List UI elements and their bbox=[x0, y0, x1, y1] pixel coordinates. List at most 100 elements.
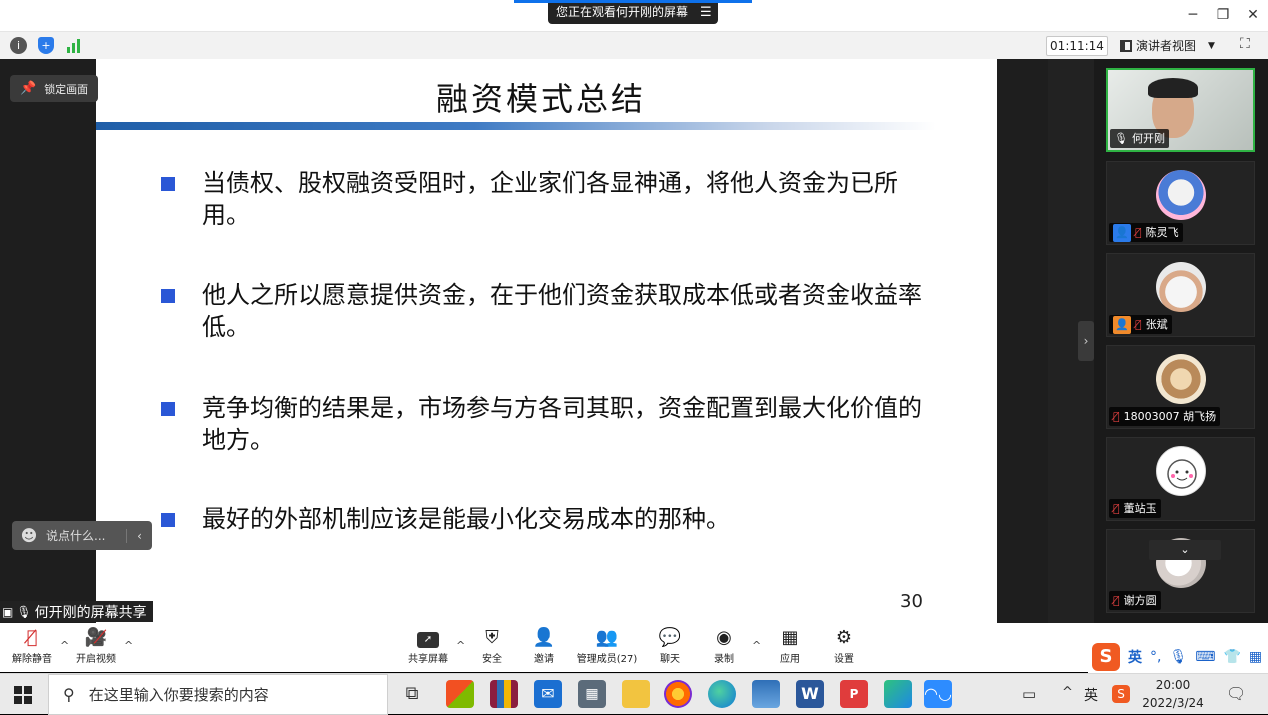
meeting-controls-bar: 🎙̸ 解除静音 ^ 🎥̸ 开启视频 ^ ➚ 共享屏幕 ^ ⛨ 安全 👤 邀请 👥… bbox=[0, 623, 1268, 672]
apps-button[interactable]: ▦ 应用 bbox=[768, 623, 812, 672]
view-mode-label: 演讲者视图 bbox=[1136, 39, 1197, 53]
taskbar-search-box[interactable]: ⚲ 在这里输入你要搜索的内容 bbox=[48, 674, 388, 715]
apps-grid-icon: ▦ bbox=[781, 627, 799, 648]
record-button[interactable]: ◉ 录制 bbox=[702, 623, 746, 672]
settings-button[interactable]: ⚙ 设置 bbox=[822, 623, 866, 672]
participant-tile[interactable]: 👤 🎙̸ 张斌 bbox=[1106, 253, 1255, 337]
participant-name-tag: 🎙 何开刚 bbox=[1110, 129, 1169, 148]
chat-button[interactable]: 💬 聊天 bbox=[648, 623, 692, 672]
task-view-icon[interactable]: ⧉ bbox=[398, 680, 426, 708]
participant-tile-active-speaker[interactable]: 🎙 何开刚 bbox=[1106, 68, 1255, 152]
close-icon[interactable]: ✕ bbox=[1243, 5, 1263, 25]
avatar bbox=[1156, 354, 1206, 404]
video-options-caret[interactable]: ^ bbox=[124, 639, 133, 652]
participant-name: 张斌 bbox=[1145, 318, 1168, 331]
fullscreen-icon[interactable]: ⛶ bbox=[1240, 36, 1258, 54]
microsoft-store-icon[interactable] bbox=[446, 680, 474, 708]
file-explorer-icon[interactable] bbox=[622, 680, 650, 708]
chevron-down-icon[interactable]: ⌄ bbox=[1149, 540, 1221, 560]
encryption-shield-icon[interactable]: + bbox=[38, 37, 54, 54]
info-icon[interactable]: i bbox=[10, 37, 27, 54]
lock-screen-label: 锁定画面 bbox=[44, 82, 89, 96]
collapse-panel-button[interactable]: › bbox=[1078, 321, 1094, 361]
lock-screen-button[interactable]: 📌 锁定画面 bbox=[10, 75, 99, 102]
restore-icon[interactable]: ❐ bbox=[1213, 5, 1233, 25]
collapse-chat-icon[interactable]: ‹ bbox=[126, 528, 152, 543]
mic-icon: 🎙 bbox=[16, 604, 32, 619]
emoji-icon[interactable]: ☻ bbox=[12, 526, 46, 545]
firefox-icon[interactable] bbox=[664, 680, 692, 708]
share-options-caret[interactable]: ^ bbox=[456, 639, 465, 652]
invite-button[interactable]: 👤 邀请 bbox=[522, 623, 566, 672]
tencent-meeting-icon[interactable]: ◠◡ bbox=[924, 680, 952, 708]
toolbox-icon[interactable]: ▦ bbox=[1249, 649, 1262, 665]
window-title-bar: 您正在观看何开刚的屏幕 ☰ ─ ❐ ✕ bbox=[0, 0, 1268, 31]
user-icon: 👤 bbox=[1113, 223, 1131, 242]
menu-icon[interactable]: ☰ bbox=[700, 1, 712, 24]
participant-tile[interactable]: 👤 🎙̸ 陈灵飞 bbox=[1106, 161, 1255, 245]
sogou-tray-icon[interactable]: S bbox=[1112, 685, 1130, 703]
taskbar-clock[interactable]: 20:00 2022/3/24 bbox=[1138, 676, 1208, 712]
word-icon[interactable]: W bbox=[796, 680, 824, 708]
view-mode-dropdown[interactable]: 演讲者视图 ▼ bbox=[1120, 36, 1215, 56]
sogou-logo-icon[interactable]: S bbox=[1092, 643, 1120, 671]
bullet-square-icon bbox=[161, 513, 175, 527]
participants-icon: 👥 bbox=[595, 627, 619, 648]
reaction-chat-input[interactable]: ☻ 说点什么... ‹ bbox=[12, 521, 152, 550]
slide-page-number: 30 bbox=[900, 591, 923, 612]
skin-icon[interactable]: 👕 bbox=[1223, 649, 1240, 665]
audio-options-caret[interactable]: ^ bbox=[60, 639, 69, 652]
edge-icon[interactable] bbox=[708, 680, 736, 708]
chat-placeholder: 说点什么... bbox=[46, 529, 106, 543]
mail-icon[interactable]: ✉ bbox=[534, 680, 562, 708]
share-screen-button[interactable]: ➚ 共享屏幕 bbox=[404, 623, 452, 672]
pdf-reader-icon[interactable]: P bbox=[840, 680, 868, 708]
participant-hair bbox=[1148, 78, 1198, 98]
settings-label: 设置 bbox=[834, 654, 854, 665]
avatar bbox=[1156, 170, 1206, 220]
mic-icon: 🎙 bbox=[1114, 132, 1128, 145]
minimize-icon[interactable]: ─ bbox=[1183, 5, 1203, 25]
voice-input-icon[interactable]: 🎙 bbox=[1169, 649, 1187, 665]
participant-name-tag: 🎙̸ 董站玉 bbox=[1109, 499, 1161, 518]
start-video-button[interactable]: 🎥̸ 开启视频 bbox=[72, 623, 120, 672]
punctuation-icon[interactable]: °, bbox=[1150, 649, 1161, 665]
photos-icon[interactable] bbox=[752, 680, 780, 708]
bullet-text: 当债权、股权融资受阻时，企业家们各显神通，将他人资金为已所用。 bbox=[202, 169, 898, 229]
display-icon[interactable]: ▭ bbox=[1022, 685, 1036, 703]
app-icon[interactable] bbox=[884, 680, 912, 708]
viewing-share-pill[interactable]: 您正在观看何开刚的屏幕 ☰ bbox=[514, 0, 752, 24]
clock-time: 20:00 bbox=[1155, 678, 1191, 692]
chevron-down-icon: ▼ bbox=[1208, 41, 1215, 51]
mic-muted-icon: 🎙̸ bbox=[1113, 502, 1120, 515]
presentation-slide: 融资模式总结 当债权、股权融资受阻时，企业家们各显神通，将他人资金为已所用。 他… bbox=[96, 59, 997, 623]
chat-icon: 💬 bbox=[658, 627, 682, 648]
calculator-icon[interactable]: ▦ bbox=[578, 680, 606, 708]
shield-icon: ⛨ bbox=[485, 627, 499, 648]
manage-participants-button[interactable]: 👥 管理成员(27) bbox=[574, 623, 640, 672]
gear-icon: ⚙ bbox=[835, 627, 853, 648]
viewing-share-label: 您正在观看何开刚的屏幕 bbox=[556, 5, 689, 19]
avatar bbox=[1156, 446, 1206, 496]
winrar-icon[interactable] bbox=[490, 680, 518, 708]
windows-start-button[interactable] bbox=[0, 674, 46, 715]
ime-mode-label[interactable]: 英 bbox=[1128, 647, 1142, 667]
participant-name-tag: 👤 🎙̸ 张斌 bbox=[1109, 315, 1172, 334]
windows-logo-icon bbox=[14, 685, 32, 704]
bullet-text: 竞争均衡的结果是，市场参与方各司其职，资金配置到最大化价值的地方。 bbox=[202, 394, 922, 454]
tray-lang[interactable]: 英 bbox=[1084, 685, 1098, 705]
chevron-up-icon[interactable]: ^ bbox=[1062, 685, 1073, 700]
security-button[interactable]: ⛨ 安全 bbox=[470, 623, 514, 672]
participant-tile[interactable]: ⌄ 🎙̸ 谢方圆 bbox=[1106, 529, 1255, 613]
screen-share-icon: ▣ bbox=[2, 604, 14, 619]
participant-tile[interactable]: 🎙̸ 董站玉 bbox=[1106, 437, 1255, 521]
record-options-caret[interactable]: ^ bbox=[752, 639, 761, 652]
participant-tile[interactable]: 🎙̸ 18003007 胡飞扬 bbox=[1106, 345, 1255, 429]
unmute-button[interactable]: 🎙̸ 解除静音 bbox=[8, 623, 56, 672]
mic-muted-icon: 🎙̸ bbox=[1113, 410, 1120, 423]
notification-icon[interactable]: 🗨 bbox=[1226, 684, 1246, 703]
title-underline-bar bbox=[96, 122, 936, 130]
signal-strength-icon[interactable] bbox=[66, 38, 82, 53]
bullet-square-icon bbox=[161, 289, 175, 303]
keyboard-icon[interactable]: ⌨ bbox=[1195, 649, 1215, 665]
